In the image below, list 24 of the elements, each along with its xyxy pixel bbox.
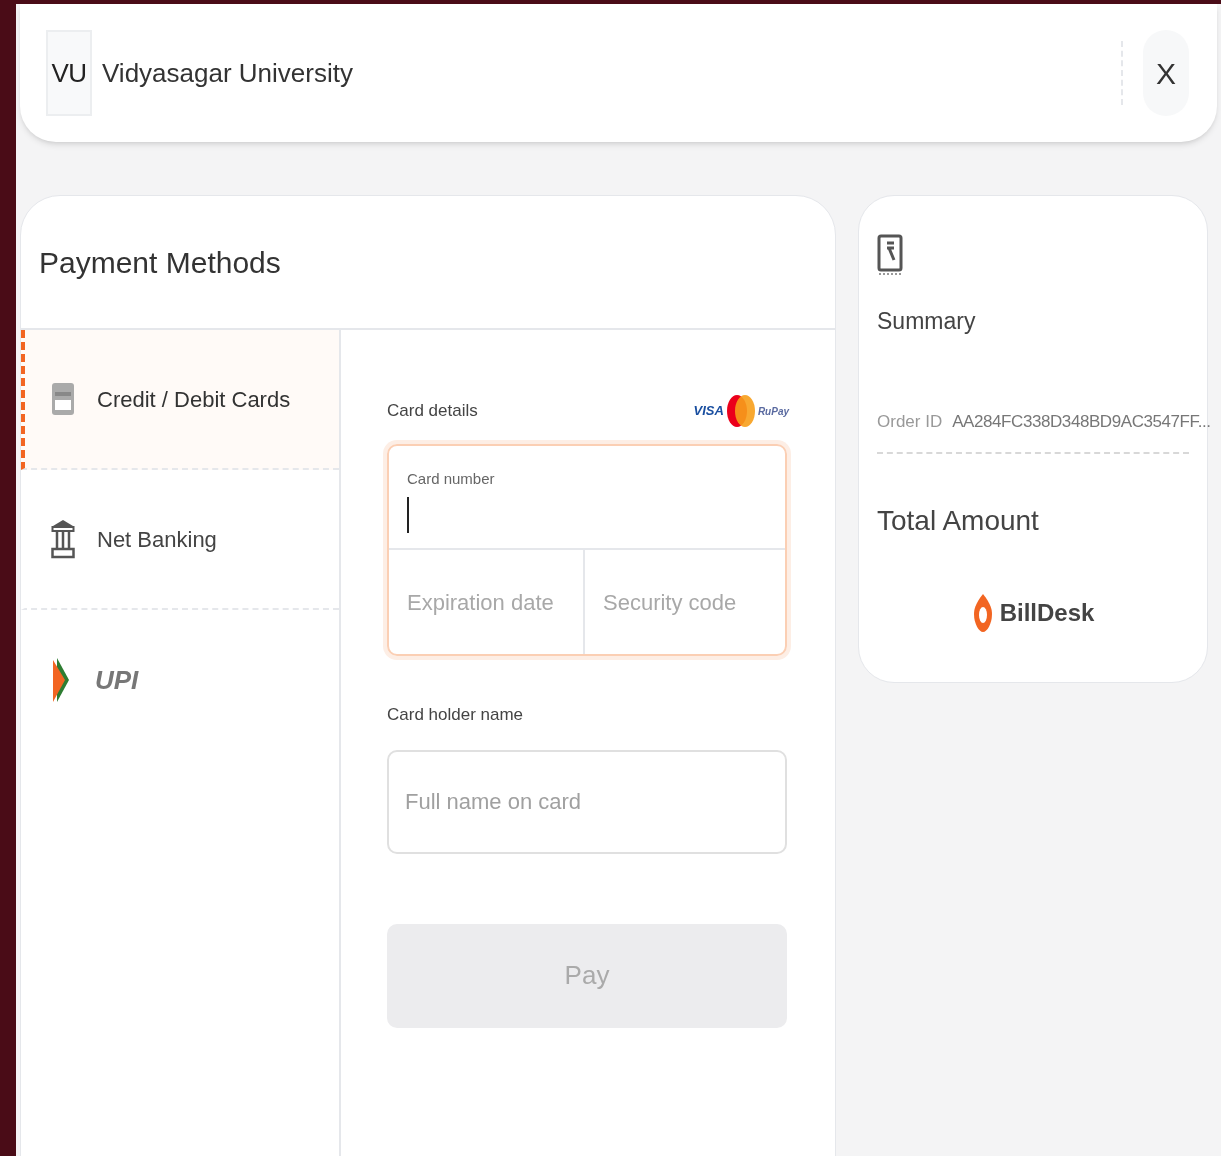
card-icon — [51, 382, 75, 416]
security-code-field[interactable]: Security code — [585, 550, 785, 654]
field-label: Card holder name — [387, 704, 525, 726]
section-label: Card details — [387, 400, 478, 423]
order-id-value: AA284FC338D348BD9AC3547FF... — [952, 410, 1211, 433]
expiration-date-field[interactable]: Expiration date — [389, 550, 585, 654]
order-id-label: Order ID — [877, 410, 943, 433]
overlapping-circles-icon — [725, 394, 756, 428]
bank-icon — [51, 518, 75, 560]
summary-heading: Summary — [877, 307, 977, 336]
brand-logo: BillDesk — [999, 598, 1095, 628]
text-cursor — [407, 496, 409, 533]
university-name: Vidyasagar University — [102, 56, 353, 90]
field-label: Card number — [407, 469, 496, 489]
card-holder-field[interactable]: Full name on card — [387, 749, 787, 854]
flame-icon — [971, 592, 994, 634]
card-number-field[interactable]: Card number — [389, 446, 785, 550]
university-logo: VU — [46, 30, 92, 116]
card-network-logo: RuPay — [757, 404, 789, 419]
close-button[interactable]: X — [1143, 30, 1189, 116]
payment-method-item[interactable]: Credit / Debit Cards — [21, 330, 339, 470]
card-network-logo: VISA — [693, 402, 724, 421]
total-amount-label: Total Amount — [877, 504, 1040, 538]
receipt-icon — [877, 234, 903, 276]
